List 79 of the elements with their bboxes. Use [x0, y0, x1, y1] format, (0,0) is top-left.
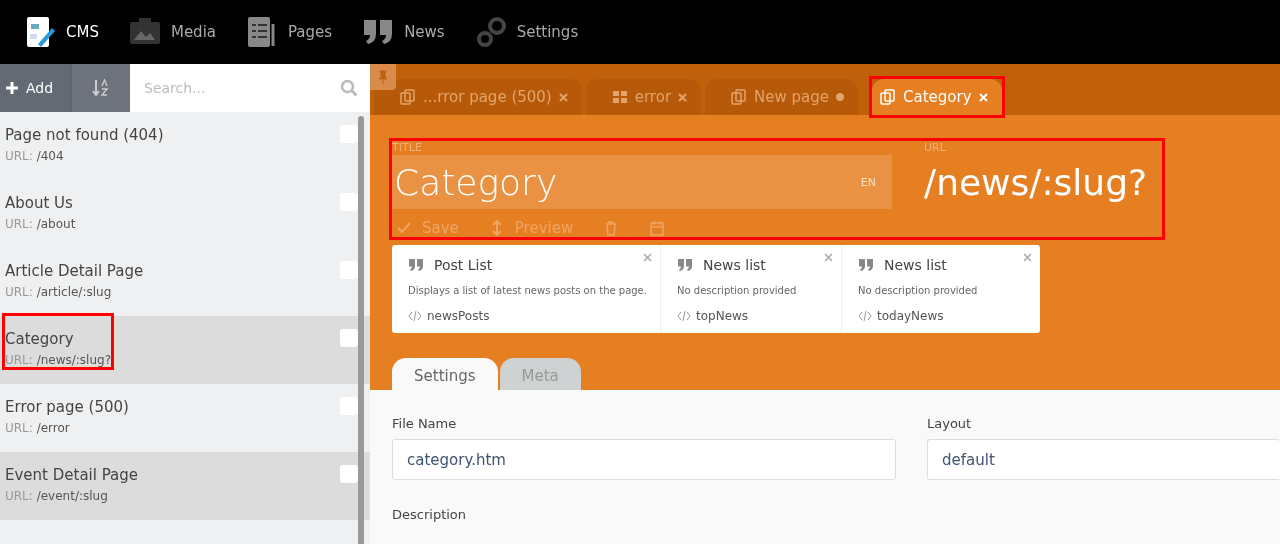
page-list-item[interactable]: Page not found (404) URL: /404 [0, 112, 370, 180]
page-title: Category [5, 330, 75, 348]
page-title: Event Detail Page [5, 466, 138, 484]
page-list-item[interactable]: Event Detail Page URL: /event/:slug [0, 452, 370, 520]
field-label: URL [924, 141, 947, 155]
sort-button[interactable] [70, 64, 130, 112]
component-card[interactable]: News list No description provided topNews [661, 245, 842, 333]
close-icon[interactable] [678, 92, 688, 102]
checkbox[interactable] [340, 329, 358, 347]
page-list-item[interactable]: About Us URL: /about [0, 180, 370, 248]
scrollbar[interactable] [358, 116, 364, 544]
component-description: Displays a list of latest news posts on the page. [408, 285, 648, 296]
form-tab[interactable]: Settings [392, 358, 498, 390]
page-url: URL: /404 [5, 149, 65, 163]
calendar-icon [649, 220, 666, 236]
field-label: Layout [927, 416, 973, 431]
page-title: Error page (500) [5, 398, 129, 416]
nav-link[interactable]: Pages [246, 16, 333, 48]
search-field[interactable]: Search... [130, 64, 370, 112]
quote-icon [408, 257, 424, 273]
page-list-item[interactable]: Category URL: /news/:slug? [0, 316, 370, 384]
pages-icon [880, 89, 896, 105]
page-url: URL: /news/:slug? [5, 353, 112, 367]
page-list-item[interactable]: Article Detail Page URL: /article/:slug [0, 248, 370, 316]
code-icon [408, 311, 422, 321]
plus-icon [6, 82, 18, 94]
component-description: No description provided [677, 285, 798, 296]
document-icon [246, 16, 278, 48]
checkbox[interactable] [340, 193, 358, 211]
component-card[interactable]: Post List Displays a list of latest news posts on the page. newsPosts [392, 245, 661, 333]
cms-logo-icon [24, 16, 56, 48]
search-icon [340, 79, 358, 97]
checkbox[interactable] [340, 261, 358, 279]
nav-link[interactable]: CMS [24, 16, 99, 48]
field-label: File Name [392, 416, 458, 431]
pin-icon [377, 70, 389, 84]
close-icon[interactable] [643, 253, 652, 262]
nav-link[interactable]: Media [128, 16, 216, 48]
component-alias: newsPosts [427, 309, 490, 323]
text-field[interactable]: category.htm [392, 439, 896, 480]
page-list-item[interactable]: Error page (500) URL: /error [0, 384, 370, 452]
code-icon [858, 311, 872, 321]
quote-icon [858, 257, 874, 273]
checkbox[interactable] [340, 125, 358, 143]
pin-button[interactable] [370, 64, 396, 90]
close-icon[interactable] [1023, 253, 1032, 262]
page-title: Page not found (404) [5, 126, 164, 144]
page-url: URL: /article/:slug [5, 285, 113, 299]
quote-icon [677, 257, 693, 273]
component-alias: topNews [696, 309, 749, 323]
nav-link[interactable]: News [362, 16, 445, 48]
page-title: Article Detail Page [5, 262, 144, 280]
component-description: No description provided [858, 285, 979, 296]
page-title: About Us [5, 194, 74, 212]
component-alias: todayNews [877, 309, 944, 323]
close-icon[interactable] [558, 92, 568, 102]
checkbox[interactable] [340, 397, 358, 415]
field-label: TITLE [392, 141, 423, 155]
nav-link[interactable]: Settings [474, 16, 579, 48]
pages-icon [400, 89, 416, 105]
page-url: URL: /event/:slug [5, 489, 109, 503]
field-label: Description [392, 507, 468, 522]
page-url: URL: /error [5, 421, 71, 435]
component-name: News list [703, 257, 766, 273]
checkbox[interactable] [340, 465, 358, 483]
close-icon[interactable] [824, 253, 833, 262]
language-label: EN [860, 175, 876, 189]
component-name: Post List [434, 257, 493, 273]
pages-icon [731, 89, 748, 105]
gears-icon [474, 16, 507, 48]
page-url: URL: /about [5, 217, 76, 231]
add-button[interactable]: Add [0, 64, 70, 112]
grid-icon [611, 89, 628, 105]
text-field[interactable]: default [927, 439, 1280, 480]
code-icon [677, 311, 691, 321]
check-icon [396, 220, 412, 236]
component-name: News list [884, 257, 947, 273]
component-card[interactable]: News list No description provided todayNews [842, 245, 1040, 333]
sort-icon [92, 79, 110, 97]
